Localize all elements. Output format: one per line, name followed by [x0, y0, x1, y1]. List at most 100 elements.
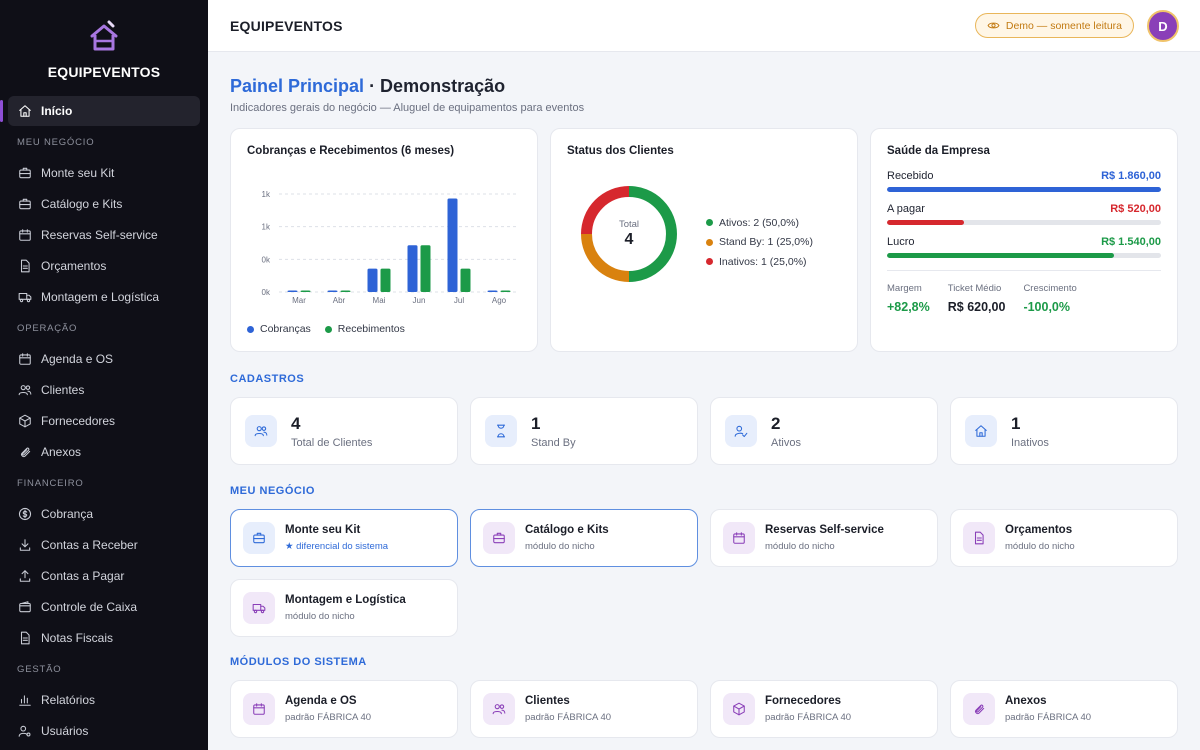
stat-card-ativos[interactable]: 2 Ativos: [710, 397, 938, 465]
sidebar-item-label: Início: [41, 104, 73, 118]
health-bar-fill: [887, 220, 964, 225]
module-card-monte-seu-kit[interactable]: Monte seu Kit ★ diferencial do sistema: [230, 509, 458, 567]
meu-negocio-cards: Monte seu Kit ★ diferencial do sistema Ca…: [230, 509, 1178, 637]
legend-dot: [324, 325, 332, 333]
module-subtitle: padrão FÁBRICA 40: [285, 712, 372, 723]
module-title: Fornecedores: [765, 695, 842, 707]
briefcase-icon: [18, 197, 32, 211]
home-icon: [965, 415, 997, 447]
demo-badge-label: Demo — somente leitura: [1005, 19, 1122, 32]
sidebar-item-cobranca[interactable]: Cobrança: [0, 498, 208, 529]
paperclip-icon: [963, 693, 995, 725]
sidebar-item-orcamentos[interactable]: Orçamentos: [0, 250, 208, 281]
legend-label: Inativos: 1 (25,0%): [719, 255, 807, 268]
company-health-card: Saúde da Empresa Recebido R$ 1.860,00 A p…: [870, 128, 1178, 352]
sidebar-item-fornecedores[interactable]: Fornecedores: [0, 405, 208, 436]
x-tick-label: Ago: [492, 296, 507, 305]
briefcase-icon: [18, 166, 32, 180]
bar-cobranças: [367, 268, 378, 292]
clients-donut: Total 4: [579, 184, 679, 284]
module-card-catalogo[interactable]: Catálogo e Kits módulo do nicho: [470, 509, 698, 567]
sidebar-item-controle-caixa[interactable]: Controle de Caixa: [0, 591, 208, 622]
sidebar-item-inicio[interactable]: Início: [0, 96, 200, 126]
sidebar-item-label: Relatórios: [41, 692, 96, 707]
module-title: Agenda e OS: [285, 695, 357, 707]
sidebar-item-agenda[interactable]: Agenda e OS: [0, 343, 208, 374]
brand: EQUIPEVENTOS: [0, 0, 208, 96]
metric-value: -100,0%: [1023, 300, 1070, 314]
legend-label: Cobranças: [260, 323, 311, 335]
health-bar: [887, 220, 1161, 225]
sidebar-item-notas-fiscais[interactable]: Notas Fiscais: [0, 622, 208, 653]
legend-label: Stand By: 1 (25,0%): [719, 236, 813, 249]
page-title-accent: Painel Principal: [230, 76, 365, 96]
dollar-icon: [18, 507, 32, 521]
sidebar-item-label: Monte seu Kit: [41, 165, 115, 180]
module-card-orcamentos[interactable]: Orçamentos módulo do nicho: [950, 509, 1178, 567]
header-title: EQUIPEVENTOS: [230, 17, 343, 34]
stat-value: 1: [1011, 413, 1021, 433]
sidebar-item-label: Reservas Self-service: [41, 227, 158, 242]
home-icon: [18, 104, 32, 118]
health-bar: [887, 253, 1161, 258]
calendar-icon: [723, 522, 755, 554]
stat-label: Inativos: [1011, 436, 1049, 449]
top-bar: EQUIPEVENTOS Demo — somente leitura D: [208, 0, 1200, 52]
sidebar-item-montagem[interactable]: Montagem e Logística: [0, 281, 208, 312]
billing-chart-card: Cobranças e Recebimentos (6 meses) 0k 0k 1…: [230, 128, 538, 352]
module-title: Anexos: [1005, 695, 1047, 707]
module-card-anexos[interactable]: Anexos padrão FÁBRICA 40: [950, 680, 1178, 738]
module-subtitle: módulo do nicho: [1005, 541, 1075, 552]
download-icon: [18, 538, 32, 552]
document-icon: [963, 522, 995, 554]
y-tick-label: 1k: [262, 190, 271, 199]
stat-card-stand-by[interactable]: 1 Stand By: [470, 397, 698, 465]
paperclip-icon: [18, 445, 32, 459]
sidebar-item-relatorios[interactable]: Relatórios: [0, 684, 208, 715]
stat-label: Ativos: [771, 436, 801, 449]
health-bar-fill: [887, 253, 1115, 258]
legend-item-stand-by: Stand By: 1 (25,0%): [706, 233, 813, 253]
sidebar-item-catalogo[interactable]: Catálogo e Kits: [0, 188, 208, 219]
module-card-reservas[interactable]: Reservas Self-service módulo do nicho: [710, 509, 938, 567]
module-card-agenda[interactable]: Agenda e OS padrão FÁBRICA 40: [230, 680, 458, 738]
company-health-title: Saúde da Empresa: [887, 145, 990, 157]
module-subtitle: padrão FÁBRICA 40: [525, 712, 612, 723]
box-icon: [723, 693, 755, 725]
x-tick-label: Abr: [333, 296, 346, 305]
sidebar-item-monte-seu-kit[interactable]: Monte seu Kit: [0, 157, 208, 188]
sidebar-item-contas-receber[interactable]: Contas a Receber: [0, 529, 208, 560]
sidebar-item-clientes[interactable]: Clientes: [0, 374, 208, 405]
donut-center-value: 4: [624, 231, 634, 248]
sidebar: EQUIPEVENTOS Início MEU NEGÓCIO Monte se…: [0, 0, 208, 750]
stat-value: 2: [771, 413, 781, 433]
sidebar-item-usuarios[interactable]: Usuários: [0, 715, 208, 746]
health-row-recebido: Recebido R$ 1.860,00: [887, 170, 1161, 192]
overview-cards: Cobranças e Recebimentos (6 meses) 0k 0k 1…: [230, 128, 1178, 352]
x-tick-label: Mar: [292, 296, 306, 305]
box-icon: [18, 414, 32, 428]
module-subtitle: ★ diferencial do sistema: [285, 541, 389, 552]
avatar[interactable]: D: [1147, 10, 1179, 42]
briefcase-icon: [243, 522, 275, 554]
legend-item-inativos: Inativos: 1 (25,0%): [706, 252, 813, 272]
stat-card-inativos[interactable]: 1 Inativos: [950, 397, 1178, 465]
module-title: Reservas Self-service: [765, 524, 884, 536]
module-card-clientes[interactable]: Clientes padrão FÁBRICA 40: [470, 680, 698, 738]
module-subtitle: módulo do nicho: [525, 541, 595, 552]
metric-ticket-medio: Ticket Médio R$ 620,00: [948, 283, 1006, 314]
metric-label: Margem: [887, 283, 922, 294]
stat-card-total-clientes[interactable]: 4 Total de Clientes: [230, 397, 458, 465]
sidebar-item-contas-pagar[interactable]: Contas a Pagar: [0, 560, 208, 591]
clients-donut-legend: Ativos: 2 (50,0%) Stand By: 1 (25,0%) In…: [706, 213, 813, 272]
bar-cobranças: [327, 290, 338, 292]
sidebar-item-reservas[interactable]: Reservas Self-service: [0, 219, 208, 250]
legend-label: Recebimentos: [337, 323, 405, 335]
legend-dot: [706, 219, 713, 227]
sidebar-item-anexos[interactable]: Anexos: [0, 436, 208, 467]
module-card-montagem[interactable]: Montagem e Logística módulo do nicho: [230, 579, 458, 637]
page-title: Painel Principal · Demonstração: [230, 76, 1178, 100]
y-tick-label: 1k: [262, 223, 271, 232]
health-metrics: Margem +82,8% Ticket Médio R$ 620,00 Cresc…: [887, 283, 1161, 314]
module-card-fornecedores[interactable]: Fornecedores padrão FÁBRICA 40: [710, 680, 938, 738]
